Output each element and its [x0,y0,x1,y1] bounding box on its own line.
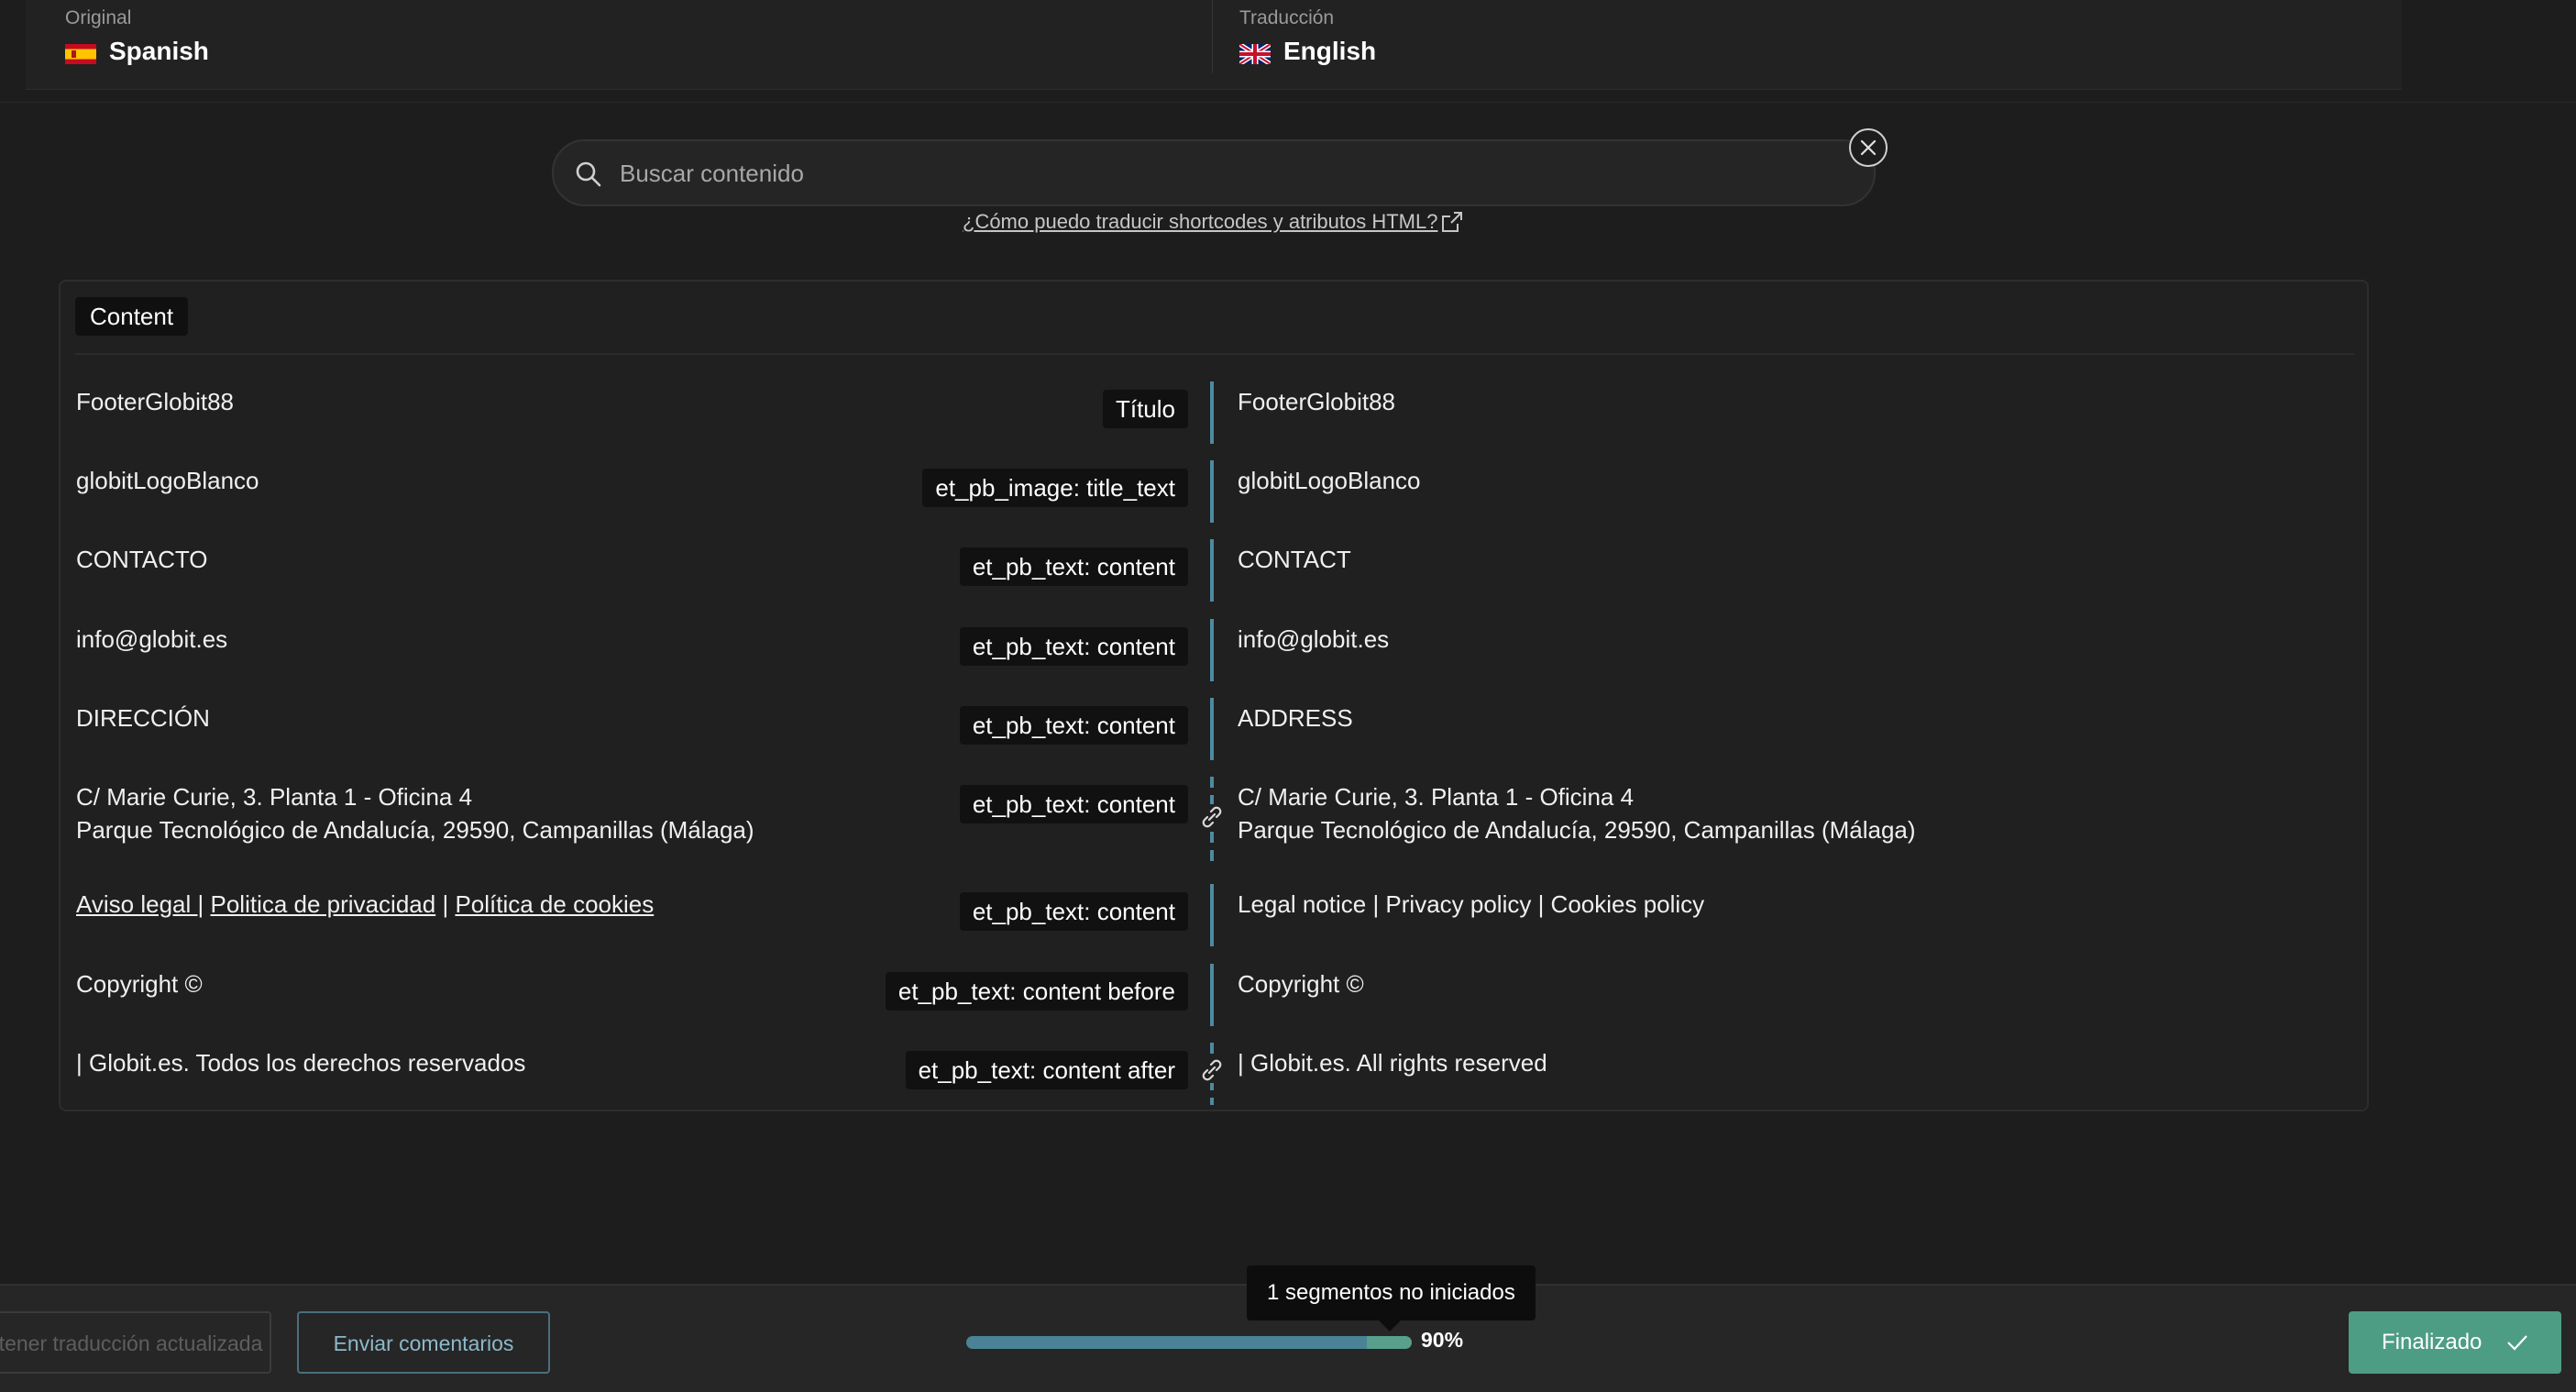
segment-status-bar [1210,619,1214,681]
translation-text[interactable]: globitLogoBlanco [1238,464,1421,497]
source-text: globitLogoBlanco [76,467,259,494]
field-tag: et_pb_text: content before [885,972,1188,1011]
search-box[interactable] [552,139,1876,206]
translation-line: C/ Marie Curie, 3. Planta 1 - Oficina 4 [1238,783,1635,811]
source-line: C/ Marie Curie, 3. Planta 1 - Oficina 4 [76,783,473,811]
translation-text[interactable]: | Globit.es. All rights reserved [1238,1046,1547,1079]
field-tag: et_pb_text: content [959,547,1188,586]
source-text: info@globit.es [76,625,228,653]
tooltip-arrow [1379,1320,1401,1331]
source-text: Copyright © [76,970,203,998]
external-link-icon[interactable] [1441,211,1463,233]
translation-text[interactable]: FooterGlobit88 [1238,385,1395,418]
link-icon[interactable] [1199,804,1225,830]
source-text: CONTACTO [76,546,208,573]
progress-not-started-segment [1367,1336,1412,1349]
translation-line: Parque Tecnológico de Andalucía, 29590, … [1238,816,1916,844]
field-tag: Título [1102,390,1188,428]
original-language-name: Spanish [109,37,209,65]
close-icon [1860,139,1877,156]
cookies-policy-link[interactable]: Política de cookies [455,890,654,918]
progress-fill [966,1336,1368,1349]
finished-button-label: Finalizado [2382,1330,2482,1354]
segment-status-bar [1210,539,1214,602]
get-updated-translation-button[interactable]: Obtener traducción actualizada [0,1311,271,1374]
shortcodes-help-link[interactable]: ¿Cómo puedo traducir shortcodes y atribu… [963,210,1437,234]
source-text: Aviso legal | Politica de privacidad | P… [76,888,654,921]
progress-bar [966,1336,1412,1349]
field-tag: et_pb_text: content [959,627,1188,666]
search-input[interactable] [618,152,1810,194]
source-line: Parque Tecnológico de Andalucía, 29590, … [76,816,754,844]
progress-percent: 90% [1421,1328,1464,1352]
section-title: Content [75,297,189,336]
field-tag: et_pb_text: content [959,706,1188,745]
link-icon[interactable] [1199,1057,1225,1083]
translation-text[interactable]: C/ Marie Curie, 3. Planta 1 - Oficina 4 … [1238,780,1916,846]
translation-text[interactable]: info@globit.es [1238,623,1389,656]
translation-label: Traducción [1239,7,1335,28]
segment-status-bar [1210,884,1214,946]
checkmark-icon [2507,1335,2527,1351]
translation-text[interactable]: CONTACT [1238,543,1351,576]
source-text: FooterGlobit88 [76,388,234,415]
send-feedback-button[interactable]: Enviar comentarios [297,1311,550,1374]
source-text: DIRECCIÓN [76,704,210,732]
field-tag: et_pb_text: content [959,892,1188,931]
language-divider [1212,0,1213,73]
search-icon [576,161,601,187]
source-text: | Globit.es. Todos los derechos reservad… [76,1049,526,1077]
uk-flag-icon [1239,44,1271,64]
segment-status-bar [1210,381,1214,444]
original-label: Original [65,7,132,28]
link-separator: | [442,890,449,918]
source-text: C/ Marie Curie, 3. Planta 1 - Oficina 4 … [76,780,754,846]
content-panel [59,280,2369,1111]
section-divider [75,353,2354,355]
header-separator [0,102,2576,103]
privacy-policy-link[interactable]: Politica de privacidad [211,890,436,918]
segment-status-bar [1210,460,1214,523]
field-tag: et_pb_text: content [959,785,1188,823]
field-tag: et_pb_image: title_text [922,469,1188,507]
progress-tooltip: 1 segmentos no iniciados [1247,1265,1536,1320]
link-separator: | [197,890,204,918]
translation-text[interactable]: ADDRESS [1238,702,1353,735]
finished-button[interactable]: Finalizado [2349,1311,2561,1374]
translation-language-name: English [1283,37,1377,65]
translation-text[interactable]: Copyright © [1238,967,1364,1000]
language-header: Original Spanish Traducción English [26,0,2402,90]
segment-status-bar [1210,964,1214,1026]
clear-search-button[interactable] [1849,128,1888,167]
translation-text[interactable]: Legal notice | Privacy policy | Cookies … [1238,888,1704,921]
field-tag: et_pb_text: content after [905,1051,1188,1089]
legal-notice-link[interactable]: Aviso legal [76,890,198,918]
spain-flag-icon [65,44,96,64]
segment-status-bar [1210,698,1214,760]
